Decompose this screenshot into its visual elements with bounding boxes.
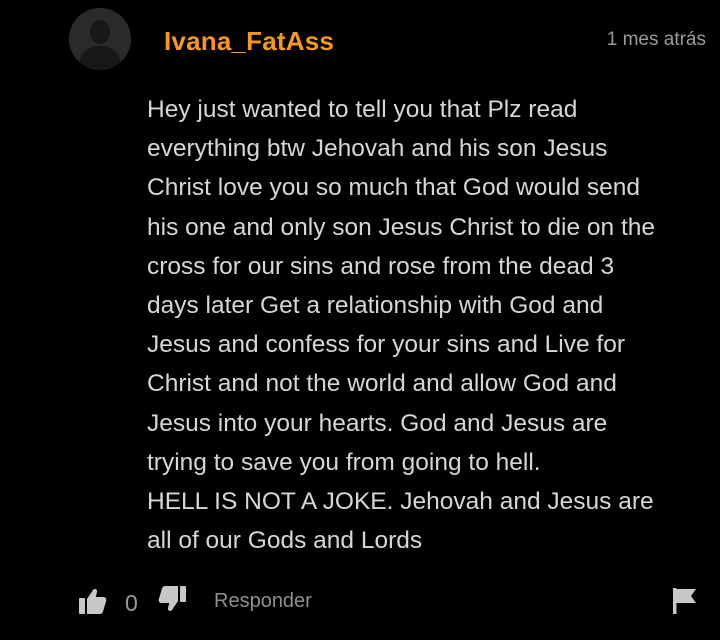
comment-text-line: HELL IS NOT A JOKE. Jehovah and Jesus ar…	[147, 488, 654, 516]
comment-text-line: all of our Gods and Lords	[147, 527, 423, 555]
comment-text-line: his one and only son Jesus Christ to die…	[147, 213, 656, 241]
thumbs-up-icon[interactable]	[78, 587, 108, 615]
like-count: 0	[125, 590, 138, 616]
comment-actions: 0 Responder	[0, 580, 720, 624]
comment-author[interactable]: Ivana_FatAss	[164, 26, 334, 57]
comment-text-line: everything btw Jehovah and his son Jesus	[147, 135, 608, 163]
reply-button[interactable]: Responder	[214, 590, 312, 613]
comment-text-line: Jesus into your hearts. God and Jesus ar…	[147, 409, 608, 437]
thumbs-down-icon[interactable]	[157, 585, 187, 613]
comment-text-line: days later Get a relationship with God a…	[147, 292, 604, 320]
comment-text-line: trying to save you from going to hell.	[147, 448, 541, 476]
user-silhouette-icon	[69, 8, 131, 70]
comment-timestamp: 1 mes atrás	[606, 29, 706, 50]
comment-text-line: Christ love you so much that God would s…	[147, 174, 640, 202]
comment-text-line: Christ and not the world and allow God a…	[147, 370, 617, 398]
avatar[interactable]	[69, 8, 131, 70]
comment-text-line: Hey just wanted to tell you that Plz rea…	[147, 96, 578, 123]
comment-text-line: cross for our sins and rose from the dea…	[147, 252, 615, 280]
comment-text-line: Jesus and confess for your sins and Live…	[147, 331, 626, 359]
flag-icon[interactable]	[672, 587, 698, 615]
comment-body: Hey just wanted to tell you that Plz rea…	[147, 90, 707, 560]
